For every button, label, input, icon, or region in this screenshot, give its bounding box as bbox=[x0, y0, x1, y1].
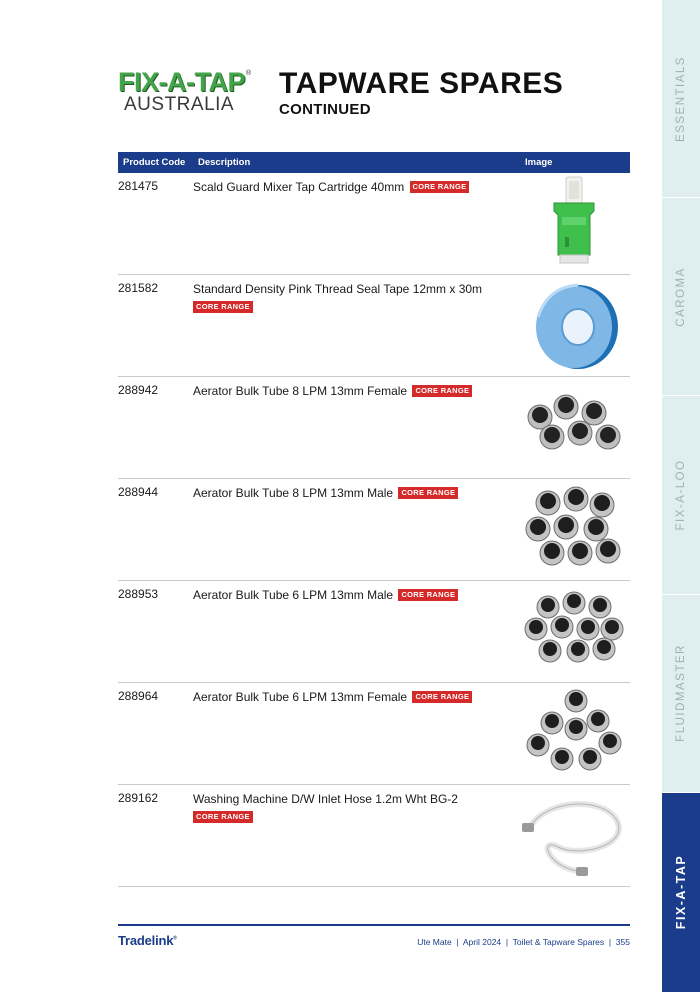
table-header: Product Code Description Image bbox=[118, 152, 630, 173]
product-table: 281475 Scald Guard Mixer Tap Cartridge 4… bbox=[118, 173, 630, 887]
product-code: 288953 bbox=[118, 587, 159, 601]
product-description: Washing Machine D/W Inlet Hose 1.2m Wht … bbox=[193, 791, 513, 823]
product-description: Aerator Bulk Tube 6 LPM 13mm Female CORE… bbox=[193, 689, 513, 705]
description-text: Aerator Bulk Tube 8 LPM 13mm Male bbox=[193, 486, 394, 500]
product-description: Aerator Bulk Tube 8 LPM 13mm Female CORE… bbox=[193, 383, 513, 399]
table-row: 288944 Aerator Bulk Tube 8 LPM 13mm Male… bbox=[118, 479, 630, 581]
aerators-image bbox=[518, 379, 630, 475]
column-header-code: Product Code bbox=[123, 157, 186, 168]
product-code: 288964 bbox=[118, 689, 159, 703]
product-description: Scald Guard Mixer Tap Cartridge 40mm COR… bbox=[193, 179, 513, 195]
tradelink-wordmark: Tradelink bbox=[118, 933, 174, 948]
column-header-description: Description bbox=[198, 157, 251, 168]
description-text: Aerator Bulk Tube 6 LPM 13mm Male bbox=[193, 588, 394, 602]
tradelink-registered-mark: ® bbox=[173, 935, 177, 942]
tap-cartridge-image bbox=[518, 175, 630, 271]
table-row: 288942 Aerator Bulk Tube 8 LPM 13mm Fema… bbox=[118, 377, 630, 479]
product-code: 288942 bbox=[118, 383, 159, 397]
section-tabs: ESSENTIALS CAROMA FIX-A-LOO FLUIDMASTER … bbox=[662, 0, 700, 993]
tab-caroma[interactable]: CAROMA bbox=[662, 198, 700, 397]
description-text: Standard Density Pink Thread Seal Tape 1… bbox=[193, 282, 483, 296]
tab-label: FLUIDMASTER bbox=[675, 644, 687, 743]
tab-label: CAROMA bbox=[675, 267, 687, 327]
column-header-image: Image bbox=[525, 157, 553, 168]
table-row: 288964 Aerator Bulk Tube 6 LPM 13mm Fema… bbox=[118, 683, 630, 785]
table-row: 289162 Washing Machine D/W Inlet Hose 1.… bbox=[118, 785, 630, 887]
footer-info: Ute Mate | April 2024 | Toilet & Tapware… bbox=[417, 937, 630, 947]
aerators-image bbox=[518, 583, 630, 679]
product-description: Standard Density Pink Thread Seal Tape 1… bbox=[193, 281, 513, 313]
aerators-image bbox=[518, 481, 630, 577]
tradelink-logo: Tradelink® bbox=[118, 933, 177, 948]
table-row: 281582 Standard Density Pink Thread Seal… bbox=[118, 275, 630, 377]
tab-essentials[interactable]: ESSENTIALS bbox=[662, 0, 700, 199]
core-range-badge: CORE RANGE bbox=[409, 181, 470, 193]
core-range-badge: CORE RANGE bbox=[412, 385, 473, 397]
tab-fluidmaster[interactable]: FLUIDMASTER bbox=[662, 594, 700, 793]
product-code: 281475 bbox=[118, 179, 159, 193]
product-code: 288944 bbox=[118, 485, 159, 499]
description-text: Aerator Bulk Tube 8 LPM 13mm Female bbox=[193, 384, 408, 398]
footer-divider bbox=[118, 924, 630, 926]
table-row: 288953 Aerator Bulk Tube 6 LPM 13mm Male… bbox=[118, 581, 630, 683]
tab-fix-a-tap[interactable]: FIX-A-TAP bbox=[662, 792, 700, 993]
tab-label: FIX-A-LOO bbox=[675, 459, 687, 531]
product-code: 281582 bbox=[118, 281, 159, 295]
product-code: 289162 bbox=[118, 791, 159, 805]
page-subtitle: CONTINUED bbox=[279, 101, 371, 118]
inlet-hose-image bbox=[518, 787, 630, 883]
logo-registered-mark: ® bbox=[246, 70, 252, 77]
core-range-badge: CORE RANGE bbox=[398, 589, 459, 601]
table-row: 281475 Scald Guard Mixer Tap Cartridge 4… bbox=[118, 173, 630, 275]
tab-fix-a-loo[interactable]: FIX-A-LOO bbox=[662, 396, 700, 595]
core-range-badge: CORE RANGE bbox=[193, 811, 253, 823]
tab-label: FIX-A-TAP bbox=[674, 855, 688, 930]
description-text: Scald Guard Mixer Tap Cartridge 40mm bbox=[193, 180, 405, 194]
aerators-image bbox=[518, 685, 630, 781]
page-title: TAPWARE SPARES bbox=[279, 67, 564, 100]
product-description: Aerator Bulk Tube 8 LPM 13mm Male CORE R… bbox=[193, 485, 513, 501]
thread-seal-tape-image bbox=[518, 277, 630, 373]
core-range-badge: CORE RANGE bbox=[193, 301, 253, 313]
tab-label: ESSENTIALS bbox=[675, 55, 687, 142]
logo-tagline: AUSTRALIA bbox=[124, 94, 235, 115]
description-text: Aerator Bulk Tube 6 LPM 13mm Female bbox=[193, 690, 408, 704]
core-range-badge: CORE RANGE bbox=[412, 691, 473, 703]
core-range-badge: CORE RANGE bbox=[398, 487, 459, 499]
product-description: Aerator Bulk Tube 6 LPM 13mm Male CORE R… bbox=[193, 587, 513, 603]
logo-wordmark: FIX-A-TAP bbox=[118, 67, 245, 97]
description-text: Washing Machine D/W Inlet Hose 1.2m Wht … bbox=[193, 792, 458, 806]
fix-a-tap-logo: FIX-A-TAP ® AUSTRALIA bbox=[118, 68, 253, 118]
